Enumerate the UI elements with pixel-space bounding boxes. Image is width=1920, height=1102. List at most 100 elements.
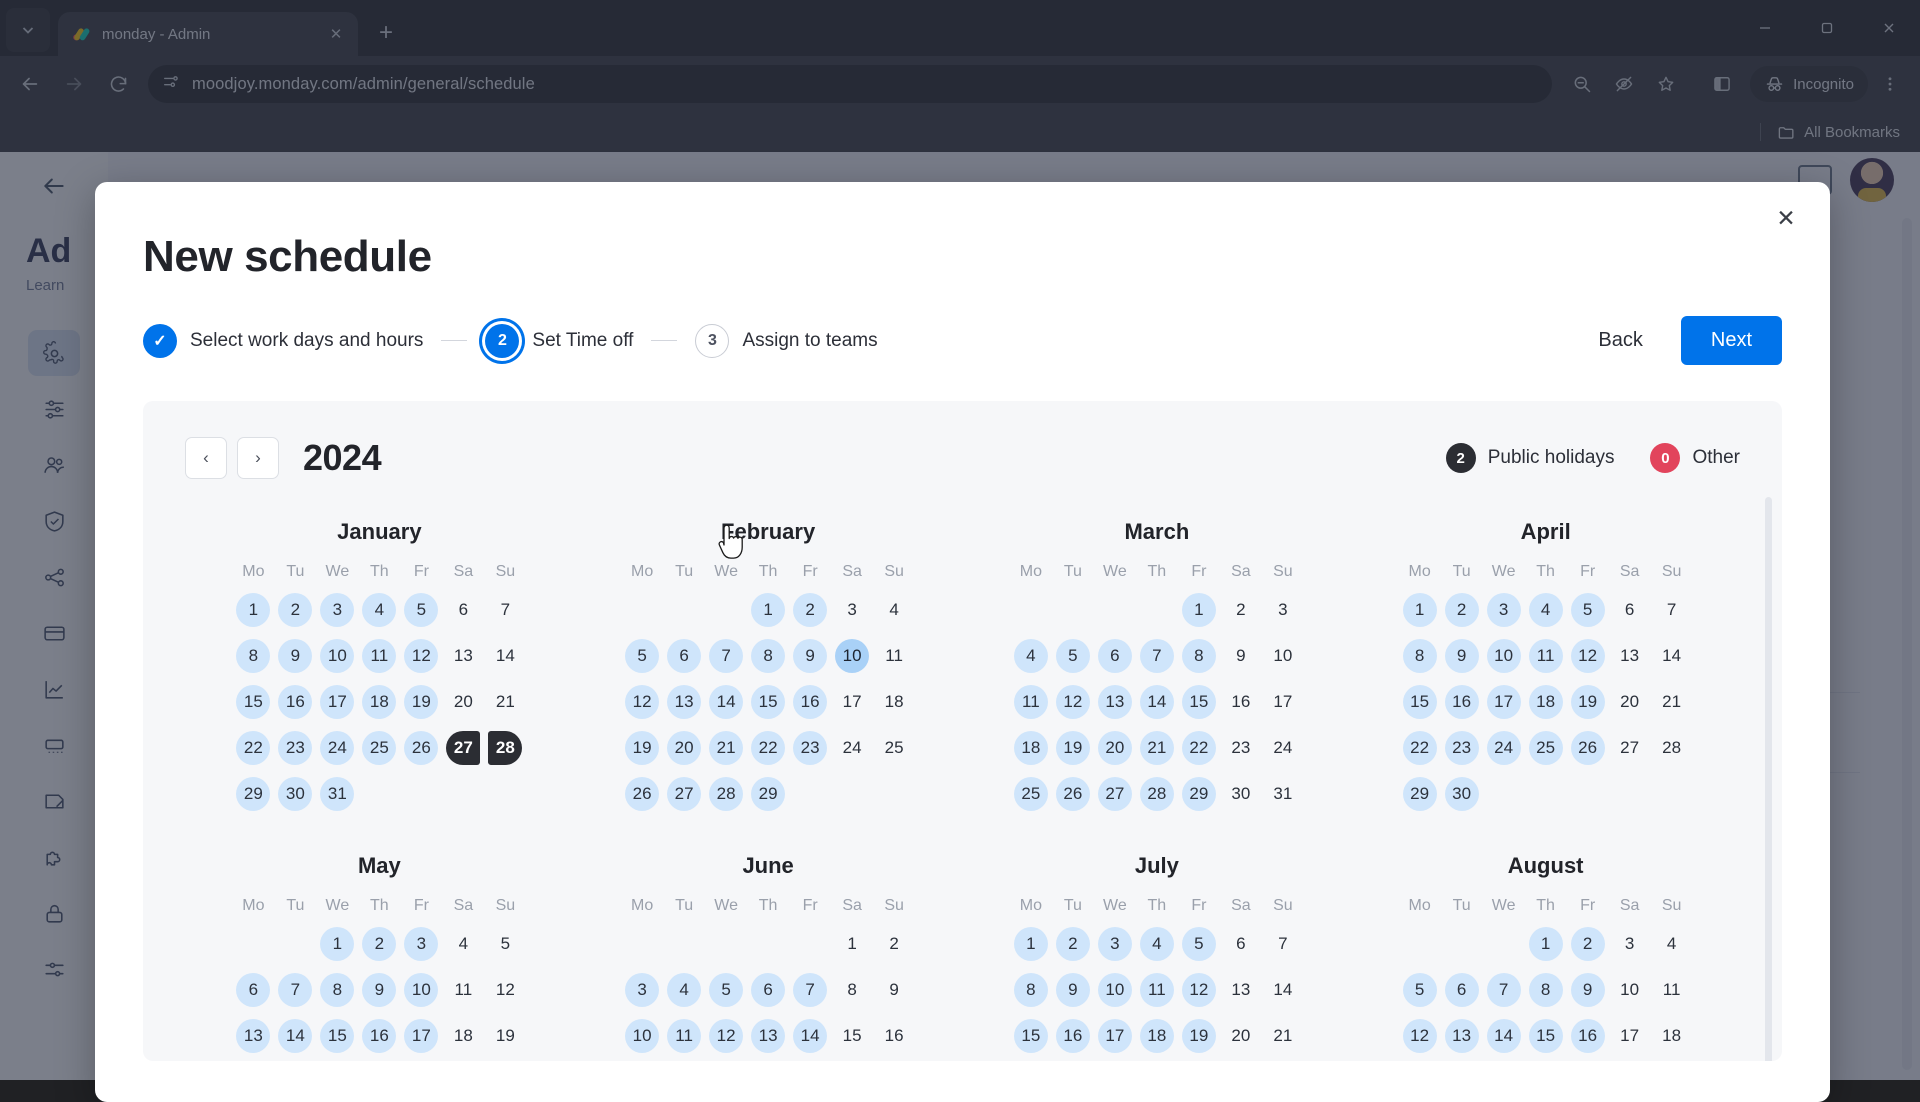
day-cell[interactable]: 3	[1262, 589, 1304, 631]
day-cell[interactable]: 14	[1136, 681, 1178, 723]
day-cell[interactable]: 8	[316, 969, 358, 1011]
day-cell[interactable]: 4	[1651, 923, 1693, 965]
day-cell[interactable]: 1	[1178, 589, 1220, 631]
day-cell[interactable]: 10	[831, 635, 873, 677]
day-cell[interactable]: 25	[358, 727, 400, 769]
day-cell[interactable]: 29	[747, 773, 789, 815]
day-cell[interactable]: 16	[274, 681, 316, 723]
day-cell[interactable]: 4	[1525, 589, 1567, 631]
day-cell[interactable]: 28	[1651, 727, 1693, 769]
day-cell[interactable]: 10	[621, 1015, 663, 1057]
day-cell[interactable]: 17	[1483, 681, 1525, 723]
day-cell[interactable]: 27	[442, 727, 484, 769]
day-cell[interactable]: 30	[274, 773, 316, 815]
day-cell[interactable]: 13	[1094, 681, 1136, 723]
day-cell[interactable]: 31	[316, 773, 358, 815]
day-cell[interactable]: 14	[1483, 1015, 1525, 1057]
day-cell[interactable]: 20	[1094, 727, 1136, 769]
day-cell[interactable]: 14	[789, 1015, 831, 1057]
day-cell[interactable]: 11	[1525, 635, 1567, 677]
day-cell[interactable]: 17	[1262, 681, 1304, 723]
day-cell[interactable]: 28	[705, 773, 747, 815]
day-cell[interactable]: 28	[484, 727, 526, 769]
close-icon[interactable]: ✕	[1764, 196, 1808, 240]
day-cell[interactable]: 23	[1220, 727, 1262, 769]
day-cell[interactable]: 16	[1220, 681, 1262, 723]
day-cell[interactable]: 16	[1567, 1015, 1609, 1057]
day-cell[interactable]: 16	[1441, 681, 1483, 723]
day-cell[interactable]: 7	[274, 969, 316, 1011]
day-cell[interactable]: 4	[358, 589, 400, 631]
day-cell[interactable]: 7	[1651, 589, 1693, 631]
day-cell[interactable]: 11	[1651, 969, 1693, 1011]
day-cell[interactable]: 11	[442, 969, 484, 1011]
day-cell[interactable]: 17	[316, 681, 358, 723]
day-cell[interactable]: 3	[1483, 589, 1525, 631]
day-cell[interactable]: 8	[1399, 635, 1441, 677]
day-cell[interactable]: 9	[1441, 635, 1483, 677]
day-cell[interactable]: 25	[1010, 773, 1052, 815]
day-cell[interactable]: 4	[1136, 923, 1178, 965]
day-cell[interactable]: 15	[747, 681, 789, 723]
day-cell[interactable]: 10	[316, 635, 358, 677]
day-cell[interactable]: 13	[1441, 1015, 1483, 1057]
day-cell[interactable]: 3	[316, 589, 358, 631]
day-cell[interactable]: 19	[1178, 1015, 1220, 1057]
day-cell[interactable]: 18	[1651, 1015, 1693, 1057]
next-button[interactable]: Next	[1681, 316, 1782, 365]
day-cell[interactable]: 1	[747, 589, 789, 631]
day-cell[interactable]: 13	[663, 681, 705, 723]
day-cell[interactable]: 2	[1220, 589, 1262, 631]
day-cell[interactable]: 18	[873, 681, 915, 723]
day-cell[interactable]: 17	[400, 1015, 442, 1057]
day-cell[interactable]: 2	[1052, 923, 1094, 965]
day-cell[interactable]: 6	[1094, 635, 1136, 677]
wizard-step-1[interactable]: ✓ Select work days and hours	[143, 324, 423, 358]
day-cell[interactable]: 14	[1262, 969, 1304, 1011]
day-cell[interactable]: 15	[316, 1015, 358, 1057]
day-cell[interactable]: 6	[747, 969, 789, 1011]
day-cell[interactable]: 8	[1010, 969, 1052, 1011]
day-cell[interactable]: 16	[1052, 1015, 1094, 1057]
day-cell[interactable]: 2	[274, 589, 316, 631]
day-cell[interactable]: 27	[663, 773, 705, 815]
day-cell[interactable]: 6	[442, 589, 484, 631]
day-cell[interactable]: 24	[1262, 727, 1304, 769]
day-cell[interactable]: 15	[1399, 681, 1441, 723]
day-cell[interactable]: 11	[1136, 969, 1178, 1011]
day-cell[interactable]: 7	[1136, 635, 1178, 677]
day-cell[interactable]: 7	[1262, 923, 1304, 965]
day-cell[interactable]: 28	[1136, 773, 1178, 815]
day-cell[interactable]: 9	[1567, 969, 1609, 1011]
day-cell[interactable]: 2	[873, 923, 915, 965]
day-cell[interactable]: 13	[1609, 635, 1651, 677]
day-cell[interactable]: 21	[484, 681, 526, 723]
day-cell[interactable]: 15	[232, 681, 274, 723]
day-cell[interactable]: 1	[232, 589, 274, 631]
day-cell[interactable]: 5	[621, 635, 663, 677]
day-cell[interactable]: 13	[1220, 969, 1262, 1011]
day-cell[interactable]: 8	[1525, 969, 1567, 1011]
day-cell[interactable]: 20	[1609, 681, 1651, 723]
day-cell[interactable]: 26	[1567, 727, 1609, 769]
day-cell[interactable]: 12	[621, 681, 663, 723]
day-cell[interactable]: 18	[1136, 1015, 1178, 1057]
day-cell[interactable]: 27	[1094, 773, 1136, 815]
day-cell[interactable]: 16	[789, 681, 831, 723]
day-cell[interactable]: 20	[442, 681, 484, 723]
day-cell[interactable]: 6	[663, 635, 705, 677]
day-cell[interactable]: 12	[1178, 969, 1220, 1011]
day-cell[interactable]: 29	[232, 773, 274, 815]
day-cell[interactable]: 10	[1094, 969, 1136, 1011]
day-cell[interactable]: 30	[1441, 773, 1483, 815]
day-cell[interactable]: 4	[873, 589, 915, 631]
day-cell[interactable]: 24	[1483, 727, 1525, 769]
day-cell[interactable]: 6	[1441, 969, 1483, 1011]
day-cell[interactable]: 16	[358, 1015, 400, 1057]
day-cell[interactable]: 9	[789, 635, 831, 677]
day-cell[interactable]: 29	[1178, 773, 1220, 815]
day-cell[interactable]: 4	[442, 923, 484, 965]
day-cell[interactable]: 21	[705, 727, 747, 769]
day-cell[interactable]: 23	[1441, 727, 1483, 769]
day-cell[interactable]: 25	[873, 727, 915, 769]
